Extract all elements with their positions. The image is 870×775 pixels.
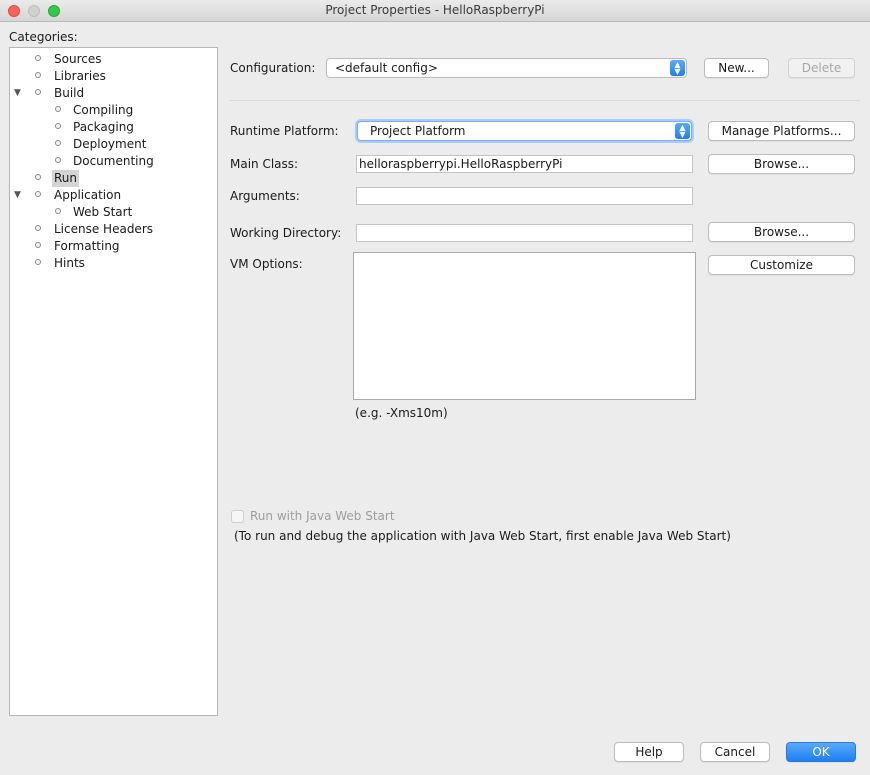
leaf-bullet-icon: [35, 225, 41, 231]
leaf-bullet-icon: [55, 208, 61, 214]
leaf-bullet-icon: [35, 174, 41, 180]
tree-item-label: Documenting: [73, 154, 154, 168]
leaf-bullet-icon: [55, 140, 61, 146]
vm-options-label: VM Options:: [230, 257, 303, 271]
tree-item-label: Run: [52, 170, 80, 187]
leaf-bullet-icon: [35, 242, 41, 248]
tree-item-packaging[interactable]: Packaging: [10, 119, 217, 136]
tree-item-label: Compiling: [73, 103, 134, 117]
expanded-triangle-icon[interactable]: ▼: [14, 187, 21, 204]
node-bullet-icon: [35, 89, 41, 95]
node-bullet-icon: [35, 191, 41, 197]
new-configuration-button[interactable]: New...: [704, 58, 769, 78]
divider: [230, 100, 860, 101]
tree-item-label: License Headers: [54, 222, 153, 236]
cancel-button[interactable]: Cancel: [700, 742, 770, 762]
manage-platforms-button[interactable]: Manage Platforms...: [708, 121, 855, 141]
tree-item-deployment[interactable]: Deployment: [10, 136, 217, 153]
tree-item-sources[interactable]: Sources: [10, 51, 217, 68]
browse-main-class-button[interactable]: Browse...: [708, 154, 855, 174]
tree-item-formatting[interactable]: Formatting: [10, 238, 217, 255]
window-title: Project Properties - HelloRaspberryPi: [325, 3, 545, 17]
runtime-platform-label: Runtime Platform:: [230, 124, 339, 138]
tree-item-web-start[interactable]: Web Start: [10, 204, 217, 221]
tree-item-label: Deployment: [73, 137, 147, 151]
arguments-field[interactable]: [356, 187, 693, 205]
web-start-note: (To run and debug the application with J…: [234, 529, 731, 543]
ok-button[interactable]: OK: [786, 742, 856, 762]
help-button[interactable]: Help: [614, 742, 684, 762]
configuration-select[interactable]: <default config> ▲ ▼: [326, 58, 687, 78]
tree-item-run[interactable]: Run: [10, 170, 217, 187]
arguments-label: Arguments:: [230, 189, 300, 203]
run-with-web-start-label: Run with Java Web Start: [250, 509, 395, 523]
tree-item-application[interactable]: ▼ Application: [10, 187, 217, 204]
tree-item-label: Web Start: [73, 205, 133, 219]
tree-item-label: Formatting: [54, 239, 120, 253]
vm-options-textarea[interactable]: [353, 252, 696, 400]
tree-item-hints[interactable]: Hints: [10, 255, 217, 272]
tree-item-label: Libraries: [54, 69, 106, 83]
tree-item-license-headers[interactable]: License Headers: [10, 221, 217, 238]
tree-item-build[interactable]: ▼ Build: [10, 85, 217, 102]
browse-working-directory-button[interactable]: Browse...: [708, 222, 855, 242]
customize-vm-options-button[interactable]: Customize: [708, 255, 855, 275]
main-class-label: Main Class:: [230, 157, 299, 171]
tree-item-label: Hints: [54, 256, 85, 270]
main-class-field[interactable]: helloraspberrypi.HelloRaspberryPi: [356, 155, 693, 173]
run-with-web-start-checkbox[interactable]: [231, 510, 244, 523]
categories-label: Categories:: [9, 30, 78, 44]
categories-tree[interactable]: Sources Libraries ▼ Build Compiling Pack…: [9, 47, 218, 716]
tree-item-label: Build: [54, 86, 85, 100]
vm-options-hint: (e.g. -Xms10m): [355, 406, 448, 420]
leaf-bullet-icon: [35, 259, 41, 265]
leaf-bullet-icon: [55, 106, 61, 112]
tree-item-label: Packaging: [73, 120, 134, 134]
working-directory-label: Working Directory:: [230, 226, 342, 240]
updown-chevron-icon: ▲ ▼: [675, 123, 690, 139]
tree-item-compiling[interactable]: Compiling: [10, 102, 217, 119]
runtime-platform-select-value: Project Platform: [370, 124, 466, 138]
tree-item-label: Sources: [54, 52, 102, 66]
leaf-bullet-icon: [55, 157, 61, 163]
tree-item-documenting[interactable]: Documenting: [10, 153, 217, 170]
leaf-bullet-icon: [35, 55, 41, 61]
delete-configuration-button[interactable]: Delete: [788, 58, 855, 78]
tree-item-label: Application: [54, 188, 122, 202]
expanded-triangle-icon[interactable]: ▼: [14, 85, 21, 102]
configuration-label: Configuration:: [230, 61, 316, 75]
title-bar: Project Properties - HelloRaspberryPi: [0, 0, 870, 22]
leaf-bullet-icon: [55, 123, 61, 129]
working-directory-field[interactable]: [356, 224, 693, 242]
tree-item-libraries[interactable]: Libraries: [10, 68, 217, 85]
configuration-select-value: <default config>: [335, 61, 438, 75]
leaf-bullet-icon: [35, 72, 41, 78]
updown-chevron-icon: ▲ ▼: [670, 60, 685, 76]
runtime-platform-select[interactable]: Project Platform ▲ ▼: [357, 121, 692, 141]
